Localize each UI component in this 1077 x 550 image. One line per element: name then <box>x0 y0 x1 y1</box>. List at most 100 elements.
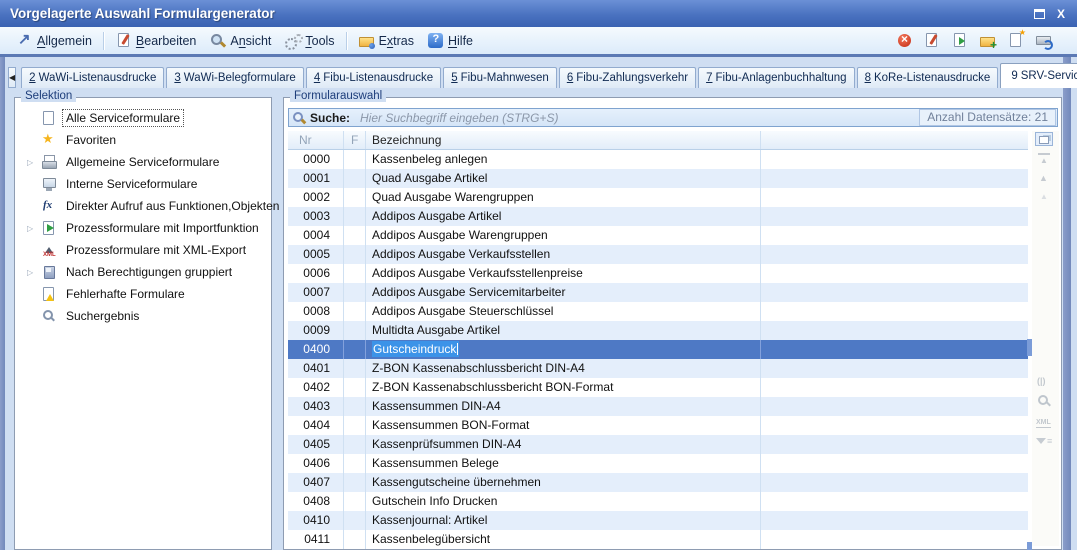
row-f <box>344 359 366 378</box>
zoom-icon[interactable] <box>1037 394 1055 410</box>
table-row[interactable]: 0004 Addipos Ausgabe Warengruppen <box>288 226 1028 245</box>
folder-add-icon[interactable] <box>980 33 995 48</box>
column-header-empty[interactable] <box>761 131 1028 149</box>
star-icon <box>41 133 58 148</box>
row-f <box>344 473 366 492</box>
search-input[interactable] <box>358 109 919 126</box>
table-row[interactable]: 0007 Addipos Ausgabe Servicemitarbeiter <box>288 283 1028 302</box>
tree-item-label: Prozessformulare mit XML-Export <box>63 242 249 258</box>
menu-ansicht[interactable]: Ansicht <box>203 31 278 50</box>
row-bezeichnung: Addipos Ausgabe Servicemitarbeiter <box>366 283 761 302</box>
row-nr: 0403 <box>288 397 344 416</box>
restore-icon[interactable] <box>1034 9 1045 19</box>
tab[interactable]: 9SRV-Serviceformulare <box>1000 63 1077 88</box>
tab[interactable]: 3WaWi-Belegformulare <box>166 67 303 88</box>
tree-item[interactable]: ▷ Prozessformulare mit Importfunktion <box>15 217 271 239</box>
row-empty <box>761 473 1028 492</box>
table-row[interactable]: 0001 Quad Ausgabe Artikel <box>288 169 1028 188</box>
table-row[interactable]: 0005 Addipos Ausgabe Verkaufsstellen <box>288 245 1028 264</box>
tab[interactable]: 6Fibu-Zahlungsverkehr <box>559 67 696 88</box>
filter-icon[interactable] <box>1035 436 1053 452</box>
card-view-icon[interactable] <box>1037 375 1055 391</box>
expander-icon[interactable]: ▷ <box>27 224 41 233</box>
tree-item[interactable]: ▷ Nach Berechtigungen gruppiert <box>15 261 271 283</box>
tree-item[interactable]: ▷ Allgemeine Serviceformulare <box>15 151 271 173</box>
tree-item[interactable]: ▷ Alle Serviceformulare <box>15 107 271 129</box>
column-chooser-icon[interactable] <box>1035 132 1053 146</box>
cancel-icon[interactable] <box>898 34 911 47</box>
table-row[interactable]: 0406 Kassensummen Belege <box>288 454 1028 473</box>
printer-forms-icon <box>41 155 58 170</box>
tree-item[interactable]: ▷ Direkter Aufruf aus Funktionen,Objekte… <box>15 195 271 217</box>
tab[interactable]: 4Fibu-Listenausdrucke <box>306 67 441 88</box>
column-header-bezeichnung[interactable]: Bezeichnung <box>366 131 761 149</box>
tree-item[interactable]: ▷ Prozessformulare mit XML-Export <box>15 239 271 261</box>
expander-icon[interactable]: ▷ <box>27 158 41 167</box>
table-header[interactable]: Nr F Bezeichnung <box>288 131 1028 150</box>
table-row[interactable]: 0405 Kassenprüfsummen DIN-A4 <box>288 435 1028 454</box>
menu-tools[interactable]: Tools <box>278 31 341 50</box>
table-row[interactable]: 0003 Addipos Ausgabe Artikel <box>288 207 1028 226</box>
row-bezeichnung: Kassenbelegübersicht <box>366 530 761 549</box>
menu-extras[interactable]: Extras <box>352 31 421 50</box>
tab[interactable]: 5Fibu-Mahnwesen <box>443 67 557 88</box>
row-empty <box>761 226 1028 245</box>
table-row[interactable]: 0002 Quad Ausgabe Warengruppen <box>288 188 1028 207</box>
table-row[interactable]: 0411 Kassenbelegübersicht <box>288 530 1028 549</box>
tree-item[interactable]: ▷ Fehlerhafte Formulare <box>15 283 271 305</box>
tree-item[interactable]: ▷ Favoriten <box>15 129 271 151</box>
tab[interactable]: 7Fibu-Anlagenbuchhaltung <box>698 67 854 88</box>
row-f <box>344 511 366 530</box>
tree-item-label: Nach Berechtigungen gruppiert <box>63 264 235 280</box>
tab[interactable]: 2WaWi-Listenausdrucke <box>21 67 164 88</box>
search-bar: Suche: Anzahl Datensätze: 21 <box>288 108 1058 127</box>
table-row[interactable]: 0403 Kassensummen DIN-A4 <box>288 397 1028 416</box>
column-header-f[interactable]: F <box>344 131 366 149</box>
tree-item[interactable]: ▷ Suchergebnis <box>15 305 271 327</box>
menu-bearbeiten[interactable]: Bearbeiten <box>109 31 203 50</box>
row-nr: 0003 <box>288 207 344 226</box>
scroll-up-icon[interactable] <box>1038 191 1056 207</box>
window-title: Vorgelagerte Auswahl Formulargenerator <box>10 6 275 21</box>
document-new-icon[interactable] <box>1008 33 1023 48</box>
row-nr: 0002 <box>288 188 344 207</box>
expander-icon[interactable]: ▷ <box>27 268 41 277</box>
table-row[interactable]: 0410 Kassenjournal: Artikel <box>288 511 1028 530</box>
row-bezeichnung: Quad Ausgabe Artikel <box>366 169 761 188</box>
row-empty <box>761 207 1028 226</box>
row-empty <box>761 340 1028 359</box>
table-row[interactable]: 0401 Z-BON Kassenabschlussbericht DIN-A4 <box>288 359 1028 378</box>
tab[interactable]: 8KoRe-Listenausdrucke <box>857 67 999 88</box>
xml-icon[interactable] <box>1036 417 1054 433</box>
table-row[interactable]: 0009 Multidta Ausgabe Artikel <box>288 321 1028 340</box>
table-row[interactable]: 0008 Addipos Ausgabe Steuerschlüssel <box>288 302 1028 321</box>
form-tool-icon[interactable] <box>924 33 939 48</box>
menu-hilfe[interactable]: Hilfe <box>421 31 480 50</box>
menu-allgemein[interactable]: Allgemein <box>10 31 99 50</box>
row-bezeichnung: Kassensummen DIN-A4 <box>366 397 761 416</box>
table-row[interactable]: 0408 Gutschein Info Drucken <box>288 492 1028 511</box>
scroll-top-icon[interactable] <box>1038 153 1050 171</box>
row-empty <box>761 511 1028 530</box>
row-bezeichnung: Gutscheindruck <box>366 340 761 359</box>
row-f <box>344 302 366 321</box>
table-row[interactable]: 0407 Kassengutscheine übernehmen <box>288 473 1028 492</box>
tree-item[interactable]: ▷ Interne Serviceformulare <box>15 173 271 195</box>
row-empty <box>761 169 1028 188</box>
column-header-nr[interactable]: Nr <box>288 131 344 149</box>
tab-scroll-left-button[interactable]: ◀ <box>8 67 16 88</box>
table-row[interactable]: 0006 Addipos Ausgabe Verkaufsstellenprei… <box>288 264 1028 283</box>
scroll-pageup-icon[interactable] <box>1038 172 1056 188</box>
table-row[interactable]: 0404 Kassensummen BON-Format <box>288 416 1028 435</box>
row-f <box>344 435 366 454</box>
selection-tree: ▷ Alle Serviceformulare ▷ Favoriten ▷ Al… <box>15 98 271 327</box>
table-row[interactable]: 0000 Kassenbeleg anlegen <box>288 150 1028 169</box>
document-export-icon[interactable] <box>952 33 967 48</box>
row-bezeichnung: Kassenbeleg anlegen <box>366 150 761 169</box>
table-row[interactable]: 0400 Gutscheindruck <box>288 340 1028 359</box>
row-bezeichnung: Kassensummen BON-Format <box>366 416 761 435</box>
close-icon[interactable]: X <box>1057 8 1065 20</box>
table-row[interactable]: 0402 Z-BON Kassenabschlussbericht BON-Fo… <box>288 378 1028 397</box>
print-web-icon[interactable] <box>1036 33 1051 48</box>
tree-item-label: Fehlerhafte Formulare <box>63 286 188 302</box>
